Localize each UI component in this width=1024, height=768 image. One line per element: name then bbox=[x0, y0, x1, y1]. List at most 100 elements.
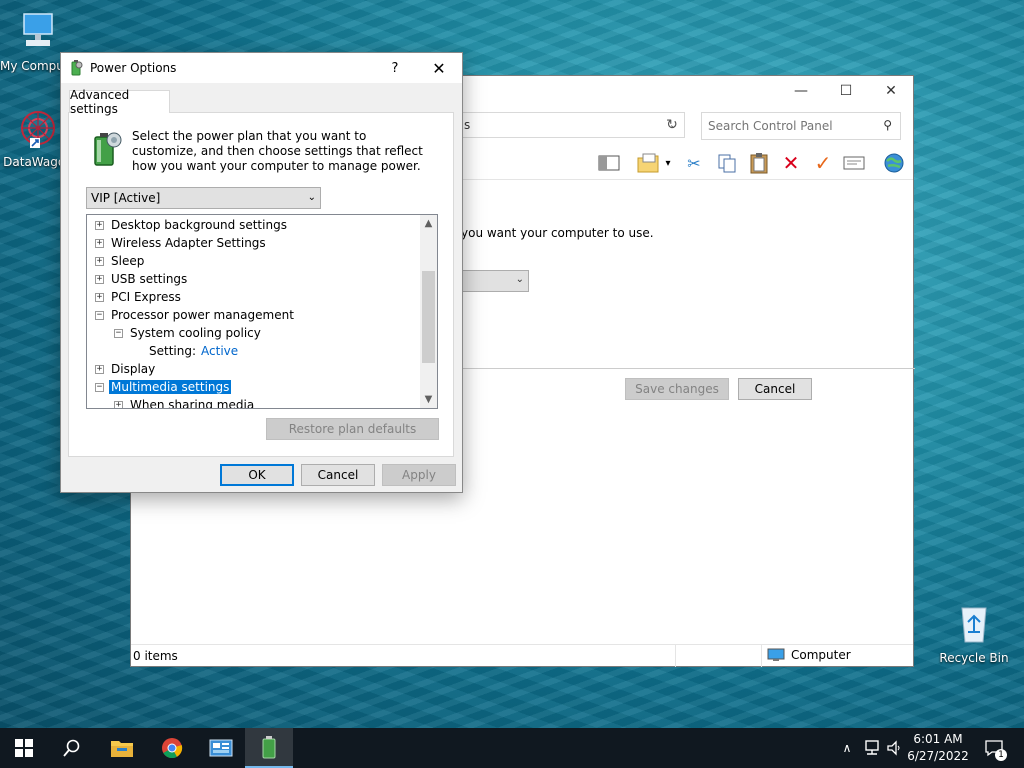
search-box[interactable]: ⚲ bbox=[701, 112, 901, 140]
checkmark-icon[interactable]: ✓ bbox=[811, 151, 835, 175]
tree-item-label: When sharing media bbox=[130, 398, 255, 409]
notification-center-icon[interactable]: 1 bbox=[980, 728, 1008, 768]
cut-icon[interactable]: ✂ bbox=[682, 152, 706, 174]
power-plan-value: VIP [Active] bbox=[91, 191, 161, 205]
save-changes-button[interactable]: Save changes bbox=[625, 378, 729, 400]
clock-date: 6/27/2022 bbox=[907, 749, 969, 763]
scroll-down-icon[interactable]: ▼ bbox=[420, 391, 437, 408]
expand-icon[interactable]: + bbox=[95, 238, 104, 248]
setting-label: Setting: bbox=[149, 344, 197, 358]
status-separator bbox=[675, 645, 676, 667]
expand-icon[interactable]: + bbox=[95, 364, 104, 374]
maximize-icon[interactable]: ☐ bbox=[823, 76, 869, 106]
tree-item[interactable]: + When sharing media bbox=[114, 396, 255, 409]
close-icon[interactable]: ✕ bbox=[419, 53, 459, 83]
battery-icon bbox=[262, 736, 276, 759]
control-panel-icon bbox=[209, 739, 233, 757]
properties-icon[interactable] bbox=[842, 152, 866, 174]
tree-item[interactable]: − Processor power management bbox=[95, 306, 294, 324]
tree-item-label: Sleep bbox=[111, 254, 145, 268]
tree-item-label: Display bbox=[111, 362, 156, 376]
clock[interactable]: 6:01 AM 6/27/2022 bbox=[905, 731, 971, 765]
dialog-title-bar[interactable]: Power Options ? ✕ bbox=[61, 53, 462, 83]
intro-text: Select the power plan that you want to c… bbox=[132, 129, 423, 173]
volume-icon[interactable] bbox=[884, 728, 906, 768]
desktop-icon-recycle-bin[interactable]: Recycle Bin bbox=[936, 602, 1012, 665]
tree-item[interactable]: − System cooling policy bbox=[114, 324, 261, 342]
collapse-icon[interactable]: − bbox=[114, 328, 123, 338]
power-options-dialog[interactable]: Power Options ? ✕ Advanced settings Sele… bbox=[60, 52, 463, 493]
power-plan-select[interactable]: VIP [Active] ⌄ bbox=[86, 187, 321, 209]
windows-icon bbox=[15, 739, 33, 757]
tree-item[interactable]: + Desktop background settings bbox=[95, 216, 287, 234]
status-bar: 0 items Computer bbox=[131, 644, 913, 667]
search-icon[interactable]: ⚲ bbox=[883, 118, 892, 132]
ok-button[interactable]: OK bbox=[220, 464, 294, 486]
computer-icon bbox=[0, 10, 76, 57]
address-bar[interactable]: s ⌄ bbox=[461, 112, 685, 138]
advanced-settings-panel: Select the power plan that you want to c… bbox=[68, 112, 454, 457]
paste-icon[interactable] bbox=[747, 152, 771, 174]
network-icon[interactable] bbox=[860, 728, 884, 768]
taskbar-power-options[interactable] bbox=[245, 728, 293, 768]
tree-item[interactable]: + Wireless Adapter Settings bbox=[95, 234, 266, 252]
tree-scrollbar[interactable]: ▲ ▼ bbox=[420, 215, 437, 408]
tree-item[interactable]: + PCI Express bbox=[95, 288, 181, 306]
cancel-button[interactable]: Cancel bbox=[301, 464, 375, 486]
tree-item-label: PCI Express bbox=[111, 290, 181, 304]
refresh-icon[interactable]: ↻ bbox=[657, 112, 687, 138]
settings-tree[interactable]: + Desktop background settings + Wireless… bbox=[86, 214, 438, 409]
apply-button[interactable]: Apply bbox=[382, 464, 456, 486]
desktop-icon-label: Recycle Bin bbox=[939, 651, 1009, 665]
show-hidden-icons-chevron-icon[interactable]: ∧ bbox=[836, 728, 858, 768]
expand-icon[interactable]: + bbox=[95, 292, 104, 302]
search-icon bbox=[63, 739, 80, 757]
taskbar-control-panel[interactable] bbox=[197, 728, 245, 768]
tree-setting-row[interactable]: Setting: Active bbox=[149, 342, 238, 360]
power-options-icon bbox=[68, 60, 84, 79]
tree-item[interactable]: − Multimedia settings bbox=[95, 378, 232, 396]
taskbar-chrome[interactable] bbox=[148, 728, 196, 768]
globe-icon[interactable] bbox=[882, 152, 906, 174]
expand-icon[interactable]: + bbox=[95, 220, 104, 230]
help-icon[interactable]: ? bbox=[375, 53, 415, 83]
minimize-icon[interactable]: — bbox=[778, 76, 824, 106]
collapse-icon[interactable]: − bbox=[95, 310, 104, 320]
collapse-icon[interactable]: − bbox=[95, 382, 104, 392]
chevron-down-icon[interactable]: ▾ bbox=[661, 152, 675, 174]
computer-icon bbox=[767, 648, 785, 661]
plan-dropdown[interactable]: ⌄ bbox=[461, 270, 529, 292]
recycle-bin-icon bbox=[936, 602, 1012, 649]
tree-item-label: USB settings bbox=[111, 272, 188, 286]
tree-item[interactable]: + Display bbox=[95, 360, 155, 378]
search-button[interactable] bbox=[48, 728, 96, 768]
battery-icon bbox=[91, 131, 123, 170]
expand-icon[interactable]: + bbox=[114, 400, 123, 408]
tab-advanced-settings[interactable]: Advanced settings bbox=[69, 88, 170, 116]
delete-icon[interactable]: ✕ bbox=[779, 151, 803, 175]
status-location-label: Computer bbox=[791, 648, 851, 662]
copy-icon[interactable] bbox=[715, 152, 739, 174]
tree-item[interactable]: + Sleep bbox=[95, 252, 144, 270]
restore-plan-defaults-button[interactable]: Restore plan defaults bbox=[266, 418, 439, 440]
close-icon[interactable]: ✕ bbox=[868, 76, 914, 106]
expand-icon[interactable]: + bbox=[95, 274, 104, 284]
address-text: s bbox=[464, 118, 471, 132]
tree-item[interactable]: + USB settings bbox=[95, 270, 187, 288]
expand-icon[interactable]: + bbox=[95, 256, 104, 266]
folder-icon bbox=[111, 741, 133, 757]
taskbar: ∧ 6:01 AM 6/27/2022 1 bbox=[0, 728, 1024, 768]
setting-value-link[interactable]: Active bbox=[201, 344, 238, 358]
chevron-down-icon: ⌄ bbox=[515, 274, 524, 285]
start-button[interactable] bbox=[0, 728, 48, 768]
status-location: Computer bbox=[767, 648, 851, 662]
scroll-up-icon[interactable]: ▲ bbox=[420, 215, 437, 232]
taskbar-file-explorer[interactable] bbox=[98, 728, 146, 768]
cancel-button[interactable]: Cancel bbox=[738, 378, 812, 400]
new-folder-icon[interactable] bbox=[636, 152, 660, 174]
search-input[interactable] bbox=[708, 117, 868, 135]
notification-badge: 1 bbox=[995, 749, 1007, 761]
preview-pane-icon[interactable] bbox=[597, 152, 621, 174]
chrome-icon bbox=[162, 738, 183, 759]
scroll-thumb[interactable] bbox=[422, 271, 435, 363]
